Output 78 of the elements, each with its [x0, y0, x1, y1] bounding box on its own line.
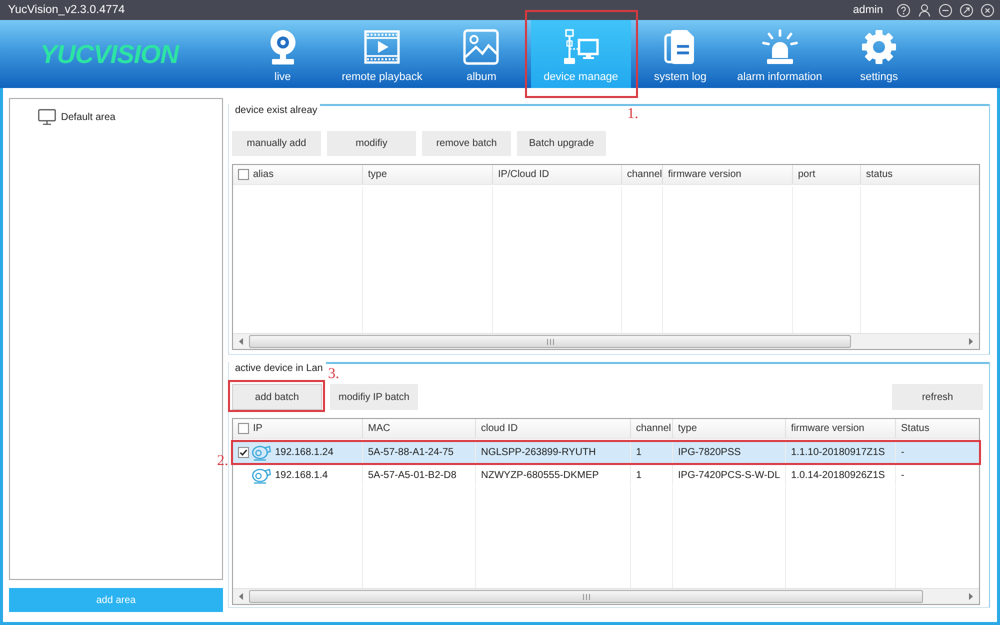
group-title: device exist alreay — [234, 104, 318, 118]
column-header[interactable]: status — [866, 169, 893, 180]
settings-icon — [861, 29, 898, 65]
column-header[interactable]: type — [368, 169, 387, 180]
grip-icon — [582, 594, 590, 600]
siren-icon — [762, 29, 798, 65]
user-icon[interactable] — [918, 4, 931, 16]
refresh-button[interactable]: refresh — [892, 384, 983, 410]
checkbox[interactable] — [238, 169, 249, 180]
nav-tab[interactable]: system log — [648, 20, 712, 88]
table-cell-text: - — [900, 469, 906, 483]
column-header[interactable]: cloud ID — [481, 423, 518, 434]
table-cell: 1 — [631, 442, 673, 463]
tree-item-label[interactable]: Default area — [61, 112, 116, 122]
toolbar-button[interactable]: manually add — [232, 131, 321, 156]
column-header[interactable]: alias — [253, 169, 274, 180]
arrow-right-icon[interactable] — [969, 593, 973, 600]
table-cell: NGLSPP-263899-RYUTH — [476, 442, 631, 463]
toolbar-button[interactable]: Batch upgrade — [517, 131, 606, 156]
column-header[interactable]: channel — [627, 169, 662, 180]
device-tree-icon — [562, 29, 599, 65]
scrollbar-thumb[interactable] — [249, 590, 923, 603]
camera-icon — [251, 468, 271, 484]
close-icon[interactable] — [981, 4, 994, 16]
nav-tab[interactable]: remote playback — [336, 20, 428, 88]
table-cell: 1 — [631, 465, 673, 486]
camera-icon — [251, 444, 271, 460]
table-cell: 1.1.10-20180917Z1S — [786, 442, 896, 463]
column-header[interactable]: channel — [636, 423, 672, 434]
toolbar-button[interactable]: add batch — [232, 384, 322, 410]
image-icon — [463, 29, 500, 65]
arrow-left-icon[interactable] — [239, 593, 243, 600]
scrollbar-thumb[interactable] — [249, 335, 851, 348]
nav-tab[interactable]: alarm information — [732, 20, 828, 88]
horizontal-scrollbar[interactable] — [233, 333, 979, 349]
column-header[interactable]: type — [678, 423, 697, 434]
arrow-right-icon[interactable] — [969, 338, 973, 345]
column-header[interactable]: MAC — [368, 423, 390, 434]
ip-address: 192.168.1.4 — [275, 470, 328, 481]
column-header[interactable]: IP/Cloud ID — [498, 169, 550, 180]
arrow-left-icon[interactable] — [239, 338, 243, 345]
table-cell: 1.0.14-20180926Z1S — [786, 465, 896, 486]
column-header[interactable]: IP — [253, 423, 262, 434]
column-header[interactable]: firmware version — [668, 169, 742, 180]
minimize-icon[interactable] — [939, 4, 952, 16]
group-title: active device in Lan — [234, 362, 324, 376]
monitor-icon — [38, 109, 56, 125]
film-play-icon — [364, 29, 400, 65]
toolbar-button[interactable]: remove batch — [422, 131, 511, 156]
table-cell: 5A-57-88-A1-24-75 — [363, 442, 476, 463]
annotation-label: 1. — [627, 107, 638, 122]
table-cell: 5A-57-A5-01-B2-D8 — [363, 465, 476, 486]
ip-address: 192.168.1.24 — [275, 447, 334, 458]
table-row[interactable]: 192.168.1.4 5A-57-A5-01-B2-D8 NZWYZP-680555-DKMEP 1 IPG-7420PCS-S-W-DL 1.0.14-20180926Z1S - — [233, 465, 979, 486]
annotation-label: 3. — [328, 367, 340, 382]
horizontal-scrollbar[interactable] — [233, 588, 979, 604]
table-cell: IPG-7820PSS — [673, 442, 786, 463]
table-cell: NZWYZP-680555-DKMEP — [476, 465, 631, 486]
column-header[interactable]: firmware version — [791, 423, 864, 434]
window-title: YucVision_v2.3.0.4774 — [8, 4, 126, 16]
toolbar-button[interactable]: modifiy IP batch — [330, 384, 418, 410]
logo: YUCVISION — [39, 38, 180, 70]
grip-icon — [546, 338, 554, 344]
table-cell: IPG-7420PCS-S-W-DL — [673, 465, 786, 486]
toolbar-button[interactable]: modifiy — [327, 131, 416, 156]
help-icon[interactable] — [897, 4, 910, 16]
column-header[interactable]: port — [798, 169, 816, 180]
column-header[interactable]: Status — [901, 423, 930, 434]
table-cell-text: - — [900, 446, 906, 460]
checkbox[interactable] — [238, 423, 249, 434]
table-row[interactable]: 192.168.1.24 5A-57-88-A1-24-75 NGLSPP-263899-RYUTH 1 IPG-7820PSS 1.1.10-20180917Z1S - — [233, 442, 979, 463]
checkbox[interactable] — [238, 447, 249, 458]
nav-tab[interactable]: settings — [855, 20, 903, 88]
user-name: admin — [853, 4, 883, 16]
nav-tab[interactable]: album — [458, 20, 504, 88]
annotation-label: 2. — [217, 454, 228, 469]
maximize-icon[interactable] — [960, 4, 973, 16]
nav-tab[interactable]: live — [260, 20, 306, 88]
